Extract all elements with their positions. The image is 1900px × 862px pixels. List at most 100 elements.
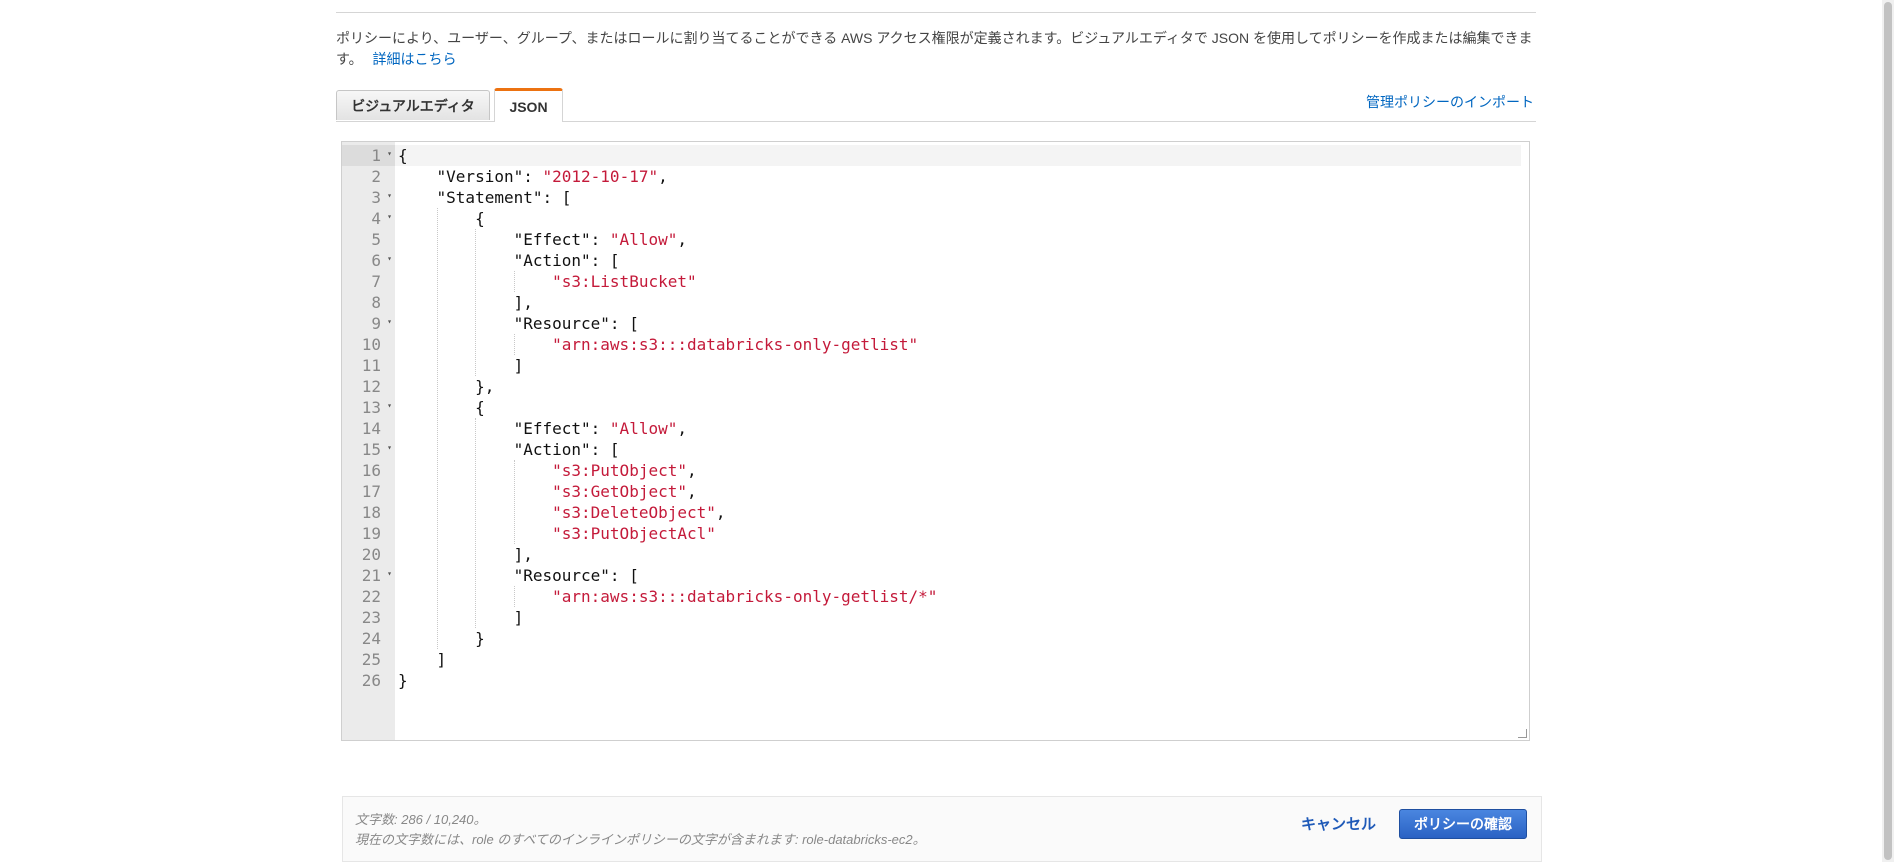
line-number-text: 12 xyxy=(361,377,381,396)
code-line[interactable]: "s3:ListBucket" xyxy=(398,271,697,292)
line-number-text: 5 xyxy=(371,230,381,249)
fold-toggle-icon[interactable]: ▾ xyxy=(387,318,392,326)
code-line[interactable]: "Resource": [ xyxy=(398,313,639,334)
line-number: 12 xyxy=(342,376,395,397)
code-token: ] xyxy=(398,650,447,669)
line-number: 6 ▾ xyxy=(342,250,395,271)
code-line[interactable]: "s3:DeleteObject", xyxy=(398,502,725,523)
line-number-text: 20 xyxy=(361,545,381,564)
code-line[interactable]: } xyxy=(398,670,408,691)
line-number: 7 xyxy=(342,271,395,292)
code-line[interactable]: { xyxy=(398,208,485,229)
string-token: "s3:DeleteObject" xyxy=(552,503,716,522)
indent-guide xyxy=(436,208,438,649)
active-line-highlight xyxy=(395,145,1521,166)
code-line[interactable]: "s3:GetObject", xyxy=(398,481,697,502)
code-line[interactable]: "Action": [ xyxy=(398,250,620,271)
line-number: 1 ▾ xyxy=(342,145,395,166)
line-number-text: 15 xyxy=(361,440,381,459)
line-number-text: 4 xyxy=(371,209,381,228)
code-token: "Resource": [ xyxy=(398,314,639,333)
line-number-text: 14 xyxy=(361,419,381,438)
line-number-text: 24 xyxy=(361,629,381,648)
code-line[interactable]: { xyxy=(398,397,485,418)
code-line[interactable]: "arn:aws:s3:::databricks-only-getlist/*" xyxy=(398,586,937,607)
learn-more-link[interactable]: 詳細はこちら xyxy=(373,51,457,67)
code-line[interactable]: }, xyxy=(398,376,494,397)
line-number-text: 23 xyxy=(361,608,381,627)
line-number: 21 ▾ xyxy=(342,565,395,586)
fold-toggle-icon[interactable]: ▾ xyxy=(387,150,392,158)
page-scrollbar[interactable] xyxy=(1882,0,1894,862)
line-number: 13 ▾ xyxy=(342,397,395,418)
character-count-note: 現在の文字数には、role のすべてのインラインポリシーの文字が含まれます: r… xyxy=(355,832,926,847)
tab-visual-editor[interactable]: ビジュアルエディタ xyxy=(336,90,490,120)
line-number: 23 xyxy=(342,607,395,628)
line-number: 16 xyxy=(342,460,395,481)
code-token: ], xyxy=(398,545,533,564)
line-number-text: 21 xyxy=(361,566,381,585)
code-token: "Statement": [ xyxy=(398,188,572,207)
string-token: "2012-10-17" xyxy=(542,167,659,186)
fold-toggle-icon[interactable]: ▾ xyxy=(387,402,392,410)
line-number: 2 xyxy=(342,166,395,187)
line-number-text: 11 xyxy=(361,356,381,375)
indent-guide xyxy=(475,229,477,376)
code-line[interactable]: } xyxy=(398,628,485,649)
code-line[interactable]: "Version": "2012-10-17", xyxy=(398,166,668,187)
line-number-gutter: 1 ▾ 2 3 ▾ 4 ▾ 5 6 ▾ 7 8 9 ▾ 10 11 12 13 ▾ 14 15 ▾ 16 17 18 19 20 21… xyxy=(342,142,395,740)
code-line[interactable]: "s3:PutObject", xyxy=(398,460,697,481)
code-token: "Action": [ xyxy=(398,440,620,459)
json-editor[interactable]: 1 ▾ 2 3 ▾ 4 ▾ 5 6 ▾ 7 8 9 ▾ 10 11 12 13 ▾ 14 15 ▾ 16 17 18 19 20 21… xyxy=(341,141,1530,741)
line-number: 17 xyxy=(342,481,395,502)
code-token: "Effect": xyxy=(398,419,610,438)
string-token: "arn:aws:s3:::databricks-only-getlist" xyxy=(552,335,919,354)
review-policy-button[interactable]: ポリシーの確認 xyxy=(1399,809,1527,839)
fold-toggle-icon[interactable]: ▾ xyxy=(387,192,392,200)
string-token: "s3:PutObject" xyxy=(552,461,687,480)
code-token: , xyxy=(658,167,668,186)
code-line[interactable]: ] xyxy=(398,649,447,670)
policy-description: ポリシーにより、ユーザー、グループ、またはロールに割り当てることができる AWS… xyxy=(336,28,1536,70)
code-line[interactable]: ], xyxy=(398,292,533,313)
code-line[interactable]: "s3:PutObjectAcl" xyxy=(398,523,716,544)
fold-toggle-icon[interactable]: ▾ xyxy=(387,213,392,221)
string-token: "Allow" xyxy=(609,419,678,438)
tab-json[interactable]: JSON xyxy=(494,88,563,122)
code-line[interactable]: ] xyxy=(398,607,524,628)
code-line[interactable]: "Resource": [ xyxy=(398,565,639,586)
line-number: 25 xyxy=(342,649,395,670)
line-number-text: 3 xyxy=(371,188,381,207)
code-line[interactable]: ] xyxy=(398,355,524,376)
scrollbar-thumb[interactable] xyxy=(1884,2,1892,860)
line-number: 10 xyxy=(342,334,395,355)
line-number: 11 xyxy=(342,355,395,376)
fold-toggle-icon[interactable]: ▾ xyxy=(387,444,392,452)
code-line[interactable]: "Action": [ xyxy=(398,439,620,460)
code-line[interactable]: "Effect": "Allow", xyxy=(398,418,687,439)
editor-tabs: ビジュアルエディタ JSON 管理ポリシーのインポート xyxy=(336,88,1536,122)
code-token: "Effect": xyxy=(398,230,610,249)
code-line[interactable]: "Effect": "Allow", xyxy=(398,229,687,250)
line-number: 8 xyxy=(342,292,395,313)
cancel-button[interactable]: キャンセル xyxy=(1301,813,1376,834)
code-line[interactable]: ], xyxy=(398,544,533,565)
fold-toggle-icon[interactable]: ▾ xyxy=(387,570,392,578)
line-number-text: 25 xyxy=(361,650,381,669)
code-line[interactable]: "Statement": [ xyxy=(398,187,572,208)
resize-handle[interactable] xyxy=(1518,729,1527,738)
string-token: "s3:PutObjectAcl" xyxy=(552,524,716,543)
fold-toggle-icon[interactable]: ▾ xyxy=(387,255,392,263)
line-number-text: 10 xyxy=(361,335,381,354)
line-number: 4 ▾ xyxy=(342,208,395,229)
code-token: "Resource": [ xyxy=(398,566,639,585)
indent-guide xyxy=(513,460,515,544)
line-number: 3 ▾ xyxy=(342,187,395,208)
code-token: }, xyxy=(398,377,495,396)
code-token: { xyxy=(398,146,408,165)
code-line[interactable]: { xyxy=(398,145,408,166)
import-managed-policy-link[interactable]: 管理ポリシーのインポート xyxy=(1366,92,1534,112)
line-number: 18 xyxy=(342,502,395,523)
code-token: "Version": xyxy=(398,167,543,186)
line-number-text: 22 xyxy=(361,587,381,606)
